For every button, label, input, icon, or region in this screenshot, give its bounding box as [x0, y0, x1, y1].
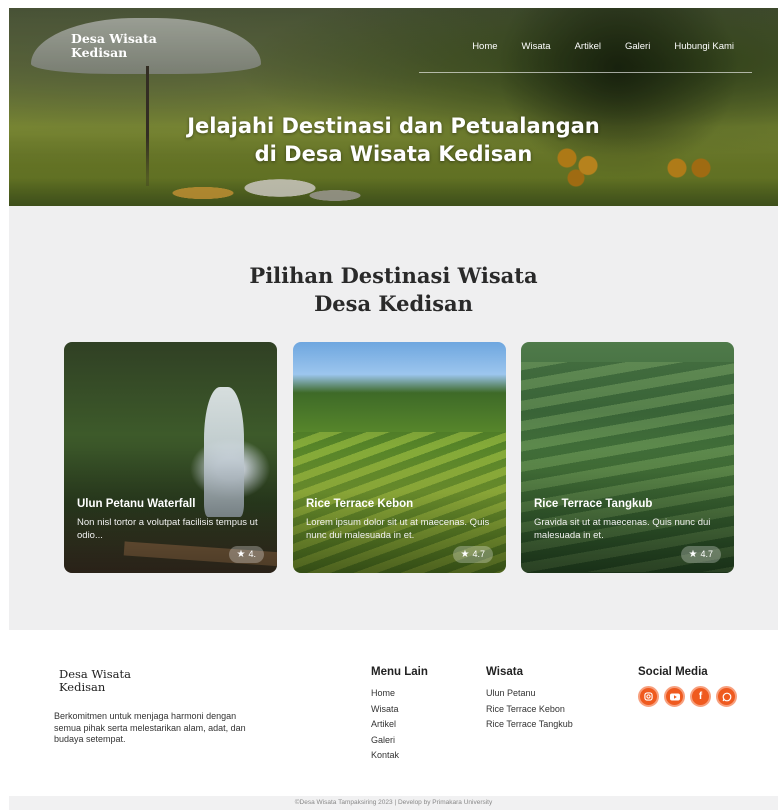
- site-logo[interactable]: Desa Wisata Kedisan: [71, 32, 157, 60]
- main-nav: Home Wisata Artikel Galeri Hubungi Kami: [448, 41, 734, 52]
- footer-wisata-title: Wisata: [486, 666, 523, 678]
- social-icons: f: [638, 686, 737, 707]
- whatsapp-icon[interactable]: [716, 686, 737, 707]
- nav-hubungi-kami[interactable]: Hubungi Kami: [674, 41, 734, 52]
- star-icon: ★: [460, 549, 470, 560]
- star-icon: ★: [236, 549, 246, 560]
- youtube-icon[interactable]: [664, 686, 685, 707]
- hero-title-line-1: Jelajahi Destinasi dan Petualangan: [187, 114, 600, 138]
- footer-logo[interactable]: Desa Wisata Kedisan: [59, 668, 131, 694]
- instagram-icon[interactable]: [638, 686, 659, 707]
- rating-value: 4.: [248, 549, 256, 559]
- section-title-line-2: Desa Kedisan: [314, 291, 473, 316]
- section-title: Pilihan Destinasi Wisata Desa Kedisan: [9, 262, 778, 318]
- footer-wisata-column: Wisata Ulun Petanu Rice Terrace Kebon Ri…: [486, 666, 573, 733]
- brand-line-1: Desa Wisata: [71, 31, 157, 46]
- brand-line-2: Kedisan: [71, 45, 128, 60]
- footer-link-wisata[interactable]: Wisata: [371, 702, 428, 718]
- footer-menu-column: Menu Lain Home Wisata Artikel Galeri Kon…: [371, 666, 428, 764]
- footer-menu-title: Menu Lain: [371, 666, 428, 678]
- footer-link-artikel[interactable]: Artikel: [371, 717, 428, 733]
- nav-home[interactable]: Home: [472, 41, 497, 52]
- destinations-section: Pilihan Destinasi Wisata Desa Kedisan Ul…: [9, 206, 778, 630]
- facebook-icon[interactable]: f: [690, 686, 711, 707]
- destination-card-rice-terrace-tangkub[interactable]: Rice Terrace Tangkub Gravida sit ut at m…: [521, 342, 734, 573]
- hero-title-line-2: di Desa Wisata Kedisan: [254, 142, 533, 166]
- footer-link-rice-terrace-tangkub[interactable]: Rice Terrace Tangkub: [486, 717, 573, 733]
- nav-divider: [419, 72, 752, 73]
- nav-artikel[interactable]: Artikel: [575, 41, 601, 52]
- footer-social-title: Social Media: [638, 666, 708, 678]
- rating-badge: ★ 4.7: [452, 546, 493, 563]
- footer-link-rice-terrace-kebon[interactable]: Rice Terrace Kebon: [486, 702, 573, 718]
- rating-badge: ★ 4.7: [680, 546, 721, 563]
- hero-title: Jelajahi Destinasi dan Petualangan di De…: [9, 112, 778, 168]
- section-title-line-1: Pilihan Destinasi Wisata: [249, 263, 538, 288]
- footer-link-ulun-petanu[interactable]: Ulun Petanu: [486, 686, 573, 702]
- footer-link-home[interactable]: Home: [371, 686, 428, 702]
- card-title: Rice Terrace Tangkub: [534, 498, 653, 510]
- rating-badge: ★ 4.: [228, 546, 264, 563]
- destination-card-rice-terrace-kebon[interactable]: Rice Terrace Kebon Lorem ipsum dolor sit…: [293, 342, 506, 573]
- footer-link-kontak[interactable]: Kontak: [371, 748, 428, 764]
- copyright-bar: ©Desa Wisata Tampaksiring 2023 | Develop…: [9, 796, 778, 810]
- site-footer: Desa Wisata Kedisan Berkomitmen untuk me…: [9, 630, 778, 796]
- nav-galeri[interactable]: Galeri: [625, 41, 650, 52]
- nav-wisata[interactable]: Wisata: [522, 41, 551, 52]
- rating-value: 4.7: [700, 549, 713, 559]
- card-title: Ulun Petanu Waterfall: [77, 498, 196, 510]
- card-description: Lorem ipsum dolor sit ut at maecenas. Qu…: [306, 517, 490, 541]
- footer-brand-line-2: Kedisan: [59, 680, 106, 694]
- destination-card-ulun-petanu[interactable]: Ulun Petanu Waterfall Non nisl tortor a …: [64, 342, 277, 573]
- star-icon: ★: [688, 549, 698, 560]
- footer-social-column: Social Media f: [638, 666, 737, 707]
- card-description: Non nisl tortor a volutpat facilisis tem…: [77, 517, 258, 541]
- footer-description: Berkomitmen untuk menjaga harmoni dengan…: [54, 711, 246, 744]
- card-title: Rice Terrace Kebon: [306, 498, 414, 510]
- rating-value: 4.7: [472, 549, 485, 559]
- hero-banner: Desa Wisata Kedisan Home Wisata Artikel …: [9, 8, 778, 206]
- footer-link-galeri[interactable]: Galeri: [371, 733, 428, 749]
- card-description: Gravida sit ut at maecenas. Quis nunc du…: [534, 517, 711, 541]
